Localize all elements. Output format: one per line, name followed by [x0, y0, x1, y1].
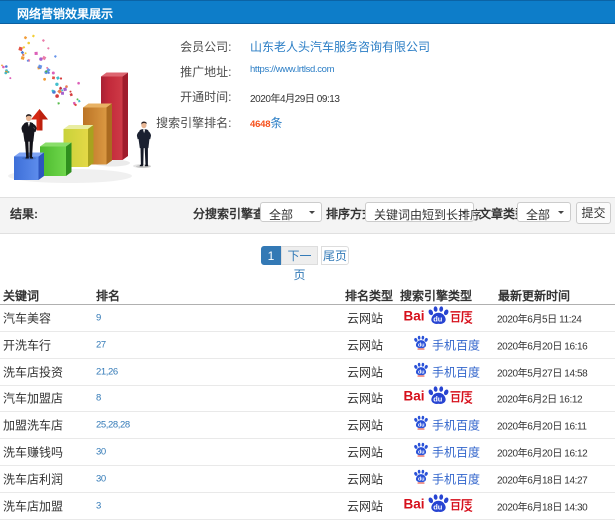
svg-text:du: du [418, 450, 425, 456]
svg-text:du: du [418, 369, 425, 375]
svg-text:du: du [433, 315, 443, 324]
svg-text:du: du [418, 342, 425, 348]
svg-text:du: du [418, 477, 425, 483]
svg-text:Bai: Bai [404, 496, 425, 511]
svg-text:du: du [433, 503, 443, 512]
svg-text:Bai: Bai [404, 308, 425, 323]
svg-text:du: du [433, 395, 443, 404]
svg-text:Bai: Bai [404, 389, 425, 404]
svg-text:du: du [418, 423, 425, 429]
